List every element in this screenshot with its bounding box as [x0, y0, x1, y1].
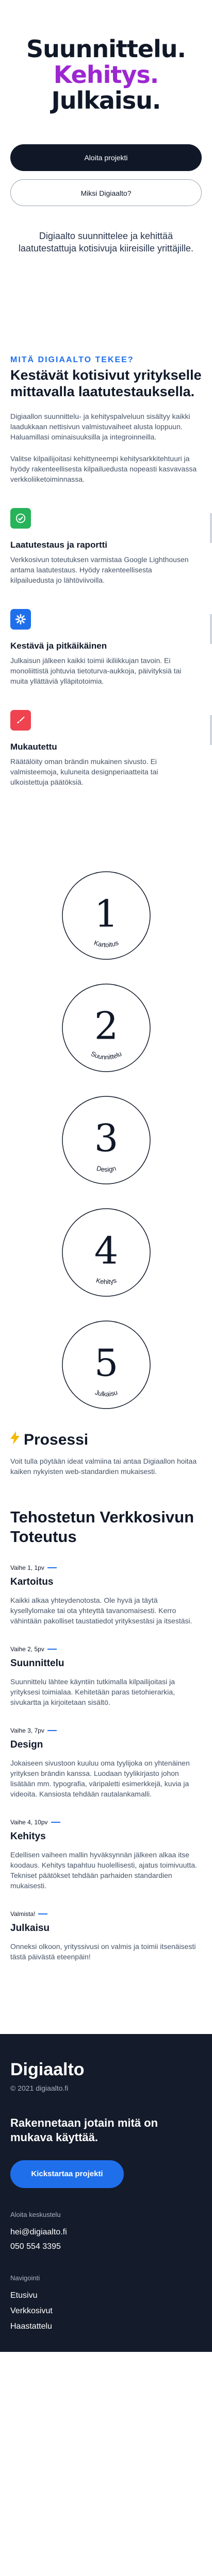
email-link[interactable]: hei@digiaalto.fi — [10, 2228, 202, 2237]
phase-text: Edellisen vaiheen mallin hyväksynnän jäl… — [10, 1851, 197, 1890]
footer-nav-interview[interactable]: Haastattelu — [10, 2322, 202, 2331]
timeline-phase: Vaihe 2, 5pv Suunnittelu Suunnittelu läh… — [10, 1646, 202, 1707]
hero-title-line2: Kehitys. — [53, 61, 159, 89]
site-footer: Digiaalto © 2021 digiaalto.fi Rakennetaa… — [0, 2034, 212, 2352]
check-badge-icon — [10, 508, 31, 529]
phase-label: Vaihe 4, 10pv — [10, 1819, 48, 1826]
svg-text:Suunnittelu: Suunnittelu — [89, 1049, 122, 1061]
footer-nav-home[interactable]: Etusivu — [10, 2291, 202, 2300]
features-section: MITÄ DIGIAALTO TEKEE? Kestävät kotisivut… — [0, 268, 212, 787]
step-number: 2 — [94, 1005, 118, 1048]
footer-nav-websites[interactable]: Verkkosivut — [10, 2307, 202, 2316]
step-number: 5 — [94, 1342, 118, 1385]
process-section: Prosessi Voit tulla pöytään ideat valmii… — [0, 1411, 212, 1477]
phase-title: Kartoitus — [10, 1577, 54, 1587]
phase-line — [47, 1649, 57, 1650]
feature-title: Laatutestaus ja raportti — [10, 540, 107, 550]
timeline-phase: Vaihe 3, 7pv Design Jokaiseen sivustoon … — [10, 1727, 202, 1799]
phase-text: Kaikki alkaa yhteydenotosta. Ole hyvä ja… — [10, 1596, 192, 1625]
nav-heading: Navigointi — [10, 2274, 40, 2282]
footer-headline: Rakennetaan jotain mitä on mukava käyttä… — [10, 2116, 158, 2144]
phase-title: Julkaisu — [10, 1923, 50, 1934]
feature-title: Mukautettu — [10, 742, 57, 752]
phase-label: Vaihe 2, 5pv — [10, 1646, 44, 1653]
step-circle-3: 3 Design — [61, 1096, 151, 1184]
feature-text: Verkkosivun toteutuksen varmistaa Google… — [10, 555, 189, 584]
phase-label: Valmista! — [10, 1910, 36, 1918]
hero-title: Suunnittelu. Kehitys. Julkaisu. — [10, 36, 202, 113]
phase-text: Suunnittelu lähtee käyntiin tutkimalla k… — [10, 1677, 175, 1706]
why-digiaalto-button[interactable]: Miksi Digiaalto? — [10, 179, 202, 206]
gear-icon — [10, 609, 31, 630]
process-heading: Prosessi — [10, 1431, 202, 1449]
timeline-phase: Vaihe 4, 10pv Kehitys Edellisen vaiheen … — [10, 1819, 202, 1891]
hero-title-line1: Suunnittelu. — [26, 35, 186, 63]
brush-icon — [10, 710, 31, 731]
kickstart-project-button[interactable]: Kickstartaa projekti — [10, 2160, 124, 2188]
step-label: Kehitys — [95, 1276, 117, 1285]
feature-text: Julkaisun jälkeen kaikki toimii ikiliikk… — [10, 656, 182, 685]
hero-title-line3: Julkaisu. — [51, 87, 161, 114]
step-label: Suunnittelu — [89, 1049, 122, 1061]
phase-line — [47, 1730, 57, 1731]
phase-text: Onneksi olkoon, yrityssivusi on valmis j… — [10, 1942, 196, 1961]
step-circle-1: 1 Kartoitus — [61, 871, 151, 960]
features-paragraph-2: Valitse kilpailijoitasi kehittyneempi ke… — [10, 454, 197, 483]
start-project-button[interactable]: Aloita projekti — [10, 144, 202, 171]
feature-item-custom: Mukautettu Räätälöity oman brändin mukai… — [10, 710, 212, 787]
phase-title: Suunnittelu — [10, 1658, 64, 1669]
svg-text:Design: Design — [95, 1164, 117, 1174]
process-text: Voit tulla pöytään ideat valmiina tai an… — [10, 1457, 197, 1476]
phase-line — [47, 1567, 57, 1568]
phone-link[interactable]: 050 554 3395 — [10, 2242, 202, 2251]
svg-text:Julkaisu: Julkaisu — [94, 1388, 118, 1398]
features-kicker: MITÄ DIGIAALTO TEKEE? — [10, 355, 134, 364]
timeline-title: Tehostetun Verkkosivun Toteutus — [10, 1508, 194, 1546]
timeline-section: Tehostetun Verkkosivun Toteutus Vaihe 1,… — [0, 1477, 212, 1962]
phase-text: Jokaiseen sivustoon kuuluu oma tyylijoka… — [10, 1759, 190, 1798]
copyright-text: © 2021 digiaalto.fi — [10, 2084, 69, 2092]
feature-text: Räätälöity oman brändin mukainen sivusto… — [10, 757, 158, 786]
phase-label: Vaihe 3, 7pv — [10, 1727, 44, 1734]
svg-text:Kartoitus: Kartoitus — [93, 939, 119, 948]
process-title: Prosessi — [24, 1431, 89, 1448]
scroll-indicator — [210, 513, 212, 543]
hero-section: Suunnittelu. Kehitys. Julkaisu. Aloita p… — [0, 0, 212, 268]
contact-heading: Aloita keskustelu — [10, 2211, 61, 2218]
timeline-phase: Vaihe 1, 1pv Kartoitus Kaikki alkaa yhte… — [10, 1564, 202, 1626]
phase-label: Vaihe 1, 1pv — [10, 1564, 44, 1571]
step-number: 4 — [94, 1229, 118, 1273]
scroll-indicator — [210, 614, 212, 644]
features-paragraph-1: Digiaallon suunnittelu- ja kehityspalvel… — [10, 412, 190, 441]
svg-text:Kehitys: Kehitys — [95, 1276, 117, 1285]
step-label: Design — [95, 1164, 117, 1174]
step-circle-5: 5 Julkaisu — [61, 1320, 151, 1409]
step-circle-2: 2 Suunnittelu — [61, 984, 151, 1072]
feature-title: Kestävä ja pitkäikäinen — [10, 641, 107, 651]
phase-title: Kehitys — [10, 1831, 46, 1842]
scroll-indicator — [210, 715, 212, 745]
step-circle-4: 4 Kehitys — [61, 1208, 151, 1297]
phase-line — [51, 1822, 60, 1823]
hero-lead: Digiaalto suunnittelee ja kehittää laatu… — [18, 231, 194, 253]
footer-logo[interactable]: Digiaalto — [10, 2060, 202, 2080]
phase-line — [38, 1913, 48, 1914]
step-number: 1 — [94, 892, 118, 936]
process-steps: 1 Kartoitus 2 Suunnittelu 3 Design 4 Keh… — [0, 787, 212, 1411]
step-number: 3 — [94, 1117, 118, 1161]
lightning-icon — [10, 1431, 20, 1449]
timeline-phase: Valmista! Julkaisu Onneksi olkoon, yrity… — [10, 1910, 202, 1962]
step-label: Julkaisu — [94, 1388, 118, 1398]
step-label: Kartoitus — [93, 939, 119, 948]
feature-item-durable: Kestävä ja pitkäikäinen Julkaisun jälkee… — [10, 609, 212, 686]
features-title: Kestävät kotisivut yritykselle mittavall… — [10, 367, 202, 399]
phase-title: Design — [10, 1739, 43, 1750]
feature-item-quality: Laatutestaus ja raportti Verkkosivun tot… — [10, 508, 212, 585]
